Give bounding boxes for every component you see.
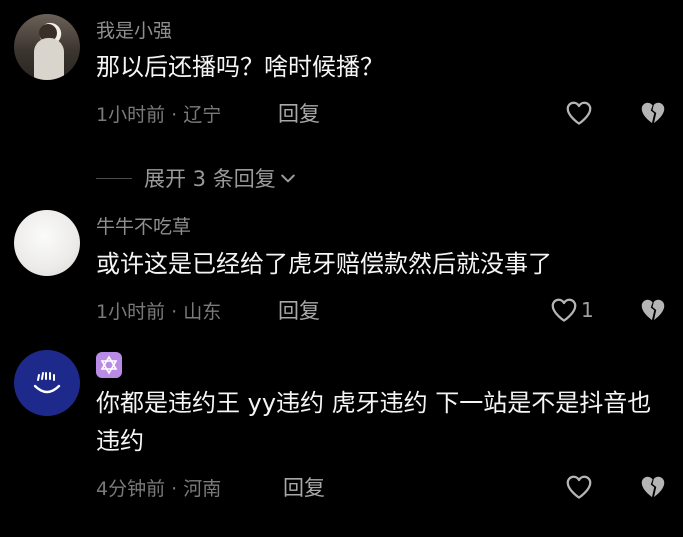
- avatar[interactable]: [14, 350, 80, 416]
- meta-separator: ·: [171, 478, 178, 500]
- comment-meta: 4分钟前 · 河南: [96, 474, 221, 501]
- star-of-david-icon: [100, 355, 118, 375]
- heart-outline-icon[interactable]: [564, 472, 594, 502]
- reply-button[interactable]: 回复: [283, 472, 325, 502]
- user-badge: [96, 352, 122, 378]
- comment-time: 4分钟前: [96, 478, 166, 500]
- smiley-face-icon: [33, 372, 61, 394]
- comment-location: 河南: [183, 478, 222, 500]
- broken-heart-icon[interactable]: [638, 472, 668, 502]
- comment-text: 你都是违约王 yy违约 虎牙违约 下一站是不是抖音也违约: [96, 389, 652, 455]
- comment-item: 你都是违约王 yy违约 虎牙违约 下一站是不是抖音也违约 4分钟前 · 河南 回…: [0, 0, 683, 537]
